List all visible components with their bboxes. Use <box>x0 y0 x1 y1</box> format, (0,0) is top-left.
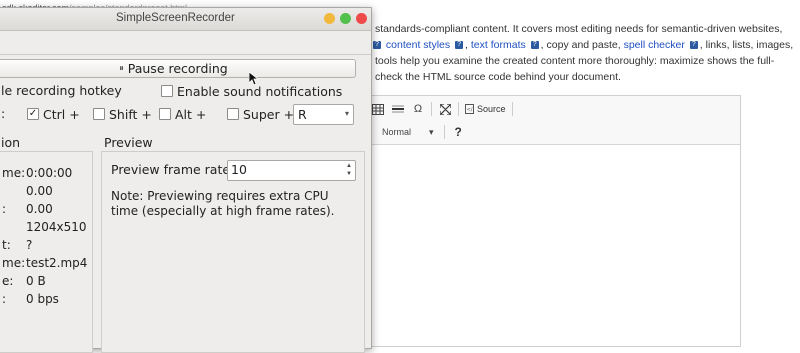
info-value-file-name: test2.mp4 <box>26 256 88 270</box>
mouse-cursor-icon <box>249 72 259 86</box>
intro-line-4: check the HTML source code behind your d… <box>375 71 621 83</box>
alt-label: Alt + <box>175 107 207 122</box>
ctrl-check[interactable]: ✓ <box>27 107 39 120</box>
editor-frame[interactable]: Ω </> Source Normal ▾ ? <box>366 95 741 347</box>
maximize-icon[interactable] <box>438 102 452 116</box>
intro-line-1: standards-compliant content. It covers m… <box>375 23 783 35</box>
toolbar-separator <box>458 102 459 116</box>
title-bar[interactable]: SimpleScreenRecorder <box>0 8 371 31</box>
source-icon: </> <box>465 104 474 114</box>
info-value-bit-rate: 0 bps <box>26 292 59 306</box>
link-text-formats[interactable]: text formats <box>471 39 526 51</box>
svg-text:</>: </> <box>467 107 475 113</box>
hotkey-prefix-label: : <box>1 106 6 121</box>
super-label: Super + <box>243 107 295 122</box>
shift-check[interactable] <box>93 107 105 120</box>
format-dropdown[interactable]: Normal ▾ <box>382 127 434 138</box>
alt-checkbox[interactable]: Alt + <box>159 106 206 122</box>
chevron-down-icon: ▾ <box>344 109 349 118</box>
window-title: SimpleScreenRecorder <box>116 12 235 24</box>
toolbar-separator <box>511 102 513 116</box>
format-value: Normal <box>382 127 412 137</box>
pause-icon: ⏸ <box>119 63 124 74</box>
info-value-size-in: 1204x510 <box>26 220 87 234</box>
enable-hotkey-label[interactable]: le recording hotkey <box>1 83 122 98</box>
preview-frame-rate-label: Preview frame rate: <box>111 162 235 177</box>
spin-down-icon[interactable]: ▼ <box>344 170 354 178</box>
preview-note: Note: Previewing requires extra CPU time… <box>111 189 335 218</box>
spin-up-icon[interactable]: ▲ <box>344 162 354 170</box>
info-badge-icon: ? <box>373 41 381 50</box>
preview-panel <box>101 151 365 353</box>
info-label-file-size: e: <box>2 274 14 288</box>
horizontal-line-icon[interactable] <box>391 102 405 116</box>
info-value-fps-out: 0.00 <box>26 202 53 216</box>
chevron-down-icon: ▾ <box>429 126 434 137</box>
info-label-file-name: me: <box>2 256 26 270</box>
intro-line-3: tools help you examine the created conte… <box>375 55 775 67</box>
help-icon[interactable]: ? <box>455 125 462 139</box>
toolbar-separator <box>431 102 432 116</box>
link-content-styles[interactable]: content styles <box>386 39 450 51</box>
information-section-title: ion <box>1 135 21 150</box>
recorder-window: SimpleScreenRecorder g ⏸ Pause recording… <box>0 7 372 353</box>
preview-frame-rate-spinbox[interactable]: ▲ ▼ <box>227 160 356 181</box>
menu-bar: g <box>0 30 371 54</box>
close-button[interactable] <box>356 13 367 24</box>
preview-frame-rate-input[interactable] <box>231 162 341 177</box>
maximize-button[interactable] <box>340 13 351 24</box>
shift-label: Shift + <box>109 107 152 122</box>
shift-checkbox[interactable]: Shift + <box>93 106 152 122</box>
super-check[interactable] <box>227 107 239 120</box>
table-icon[interactable] <box>371 102 385 116</box>
info-label-bit-rate: : <box>2 292 7 306</box>
pause-recording-label: Pause recording <box>127 61 228 76</box>
info-label-fps-out: : <box>2 202 7 216</box>
intro-line-2-mid: copy and paste, <box>546 39 621 51</box>
hotkey-key-value: R <box>298 107 307 122</box>
editor-toolbar-row-2: Normal ▾ ? <box>371 125 462 139</box>
ctrl-checkbox[interactable]: ✓ Ctrl + <box>27 106 80 122</box>
info-value-size-out: ? <box>26 238 33 252</box>
menu-divider <box>0 54 371 55</box>
ctrl-label: Ctrl + <box>43 107 80 122</box>
hotkey-options-row: le recording hotkey Enable sound notific… <box>0 83 371 101</box>
sound-notifications-check[interactable] <box>161 84 173 97</box>
info-label-size-out: t: <box>2 238 11 252</box>
intro-line-2-end: links, lists, images, <box>705 39 794 51</box>
source-button[interactable]: </> Source <box>465 104 506 114</box>
intro-line-2: ? content styles ?, text formats ?, copy… <box>371 39 793 51</box>
sound-notifications-label: Enable sound notifications <box>177 84 343 99</box>
info-value-fps-in: 0.00 <box>26 184 53 198</box>
alt-check[interactable] <box>159 107 171 120</box>
source-label: Source <box>477 104 506 114</box>
information-panel: me: 0:00:00 0.00 : 0.00 1204x510 t: ? me… <box>0 151 93 353</box>
pause-recording-button[interactable]: ⏸ Pause recording <box>0 59 356 78</box>
link-spell-checker[interactable]: spell checker <box>624 39 685 51</box>
editor-toolbar-row-1: Ω </> Source <box>371 102 513 116</box>
info-value-total-time: 0:00:00 <box>26 166 73 180</box>
info-value-file-size: 0 B <box>26 274 46 288</box>
info-badge-icon: ? <box>455 41 464 50</box>
minimize-button[interactable] <box>324 13 335 24</box>
special-character-icon[interactable]: Ω <box>411 102 425 116</box>
info-label-total-time: me: <box>2 166 26 180</box>
hotkey-key-select[interactable]: R ▾ <box>293 104 354 125</box>
toolbar-separator <box>443 125 445 139</box>
super-checkbox[interactable]: Super + <box>227 106 294 122</box>
info-badge-icon: ? <box>689 41 698 50</box>
editor-toolbar: Ω </> Source Normal ▾ ? <box>367 96 740 145</box>
preview-section-title: Preview <box>104 135 153 150</box>
info-badge-icon: ? <box>530 41 539 50</box>
